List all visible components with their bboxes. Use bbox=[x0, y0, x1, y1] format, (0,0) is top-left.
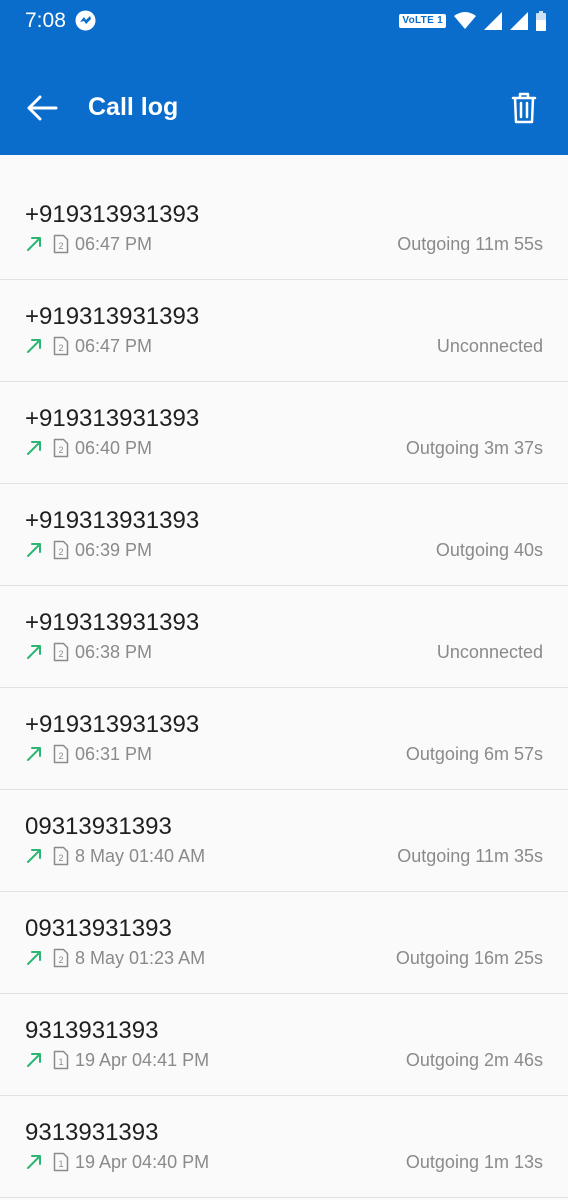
app-bar: Call log bbox=[0, 42, 568, 155]
call-meta: 2 06:39 PM bbox=[25, 538, 152, 562]
call-log-row[interactable]: 9313931393 1 19 Apr 04:40 PM Outgoing 1m… bbox=[0, 1096, 568, 1198]
call-number: 9313931393 bbox=[25, 1119, 159, 1146]
sim-card-icon: 2 bbox=[53, 234, 69, 254]
battery-icon bbox=[536, 11, 546, 31]
call-time: 06:31 PM bbox=[75, 744, 153, 764]
call-status: Unconnected bbox=[436, 642, 543, 662]
call-status: Unconnected bbox=[436, 336, 543, 356]
outgoing-call-icon bbox=[27, 441, 41, 455]
wifi-icon bbox=[454, 12, 476, 29]
outgoing-call-icon bbox=[27, 339, 41, 353]
sim-slot-number: 2 bbox=[58, 751, 63, 761]
sim-card-icon: 2 bbox=[53, 438, 69, 458]
call-number: 9313931393 bbox=[25, 1017, 159, 1044]
call-time: 06:47 PM bbox=[75, 336, 153, 356]
call-log-row[interactable]: 09313931393 2 8 May 01:40 AM Outgoing 11… bbox=[0, 790, 568, 892]
call-time: 06:38 PM bbox=[75, 642, 153, 662]
call-meta: 2 06:40 PM bbox=[25, 436, 152, 460]
sim-slot-number: 2 bbox=[58, 649, 63, 659]
status-icons: VoLTE 1 bbox=[399, 10, 546, 32]
call-time: 06:40 PM bbox=[75, 438, 153, 458]
call-status: Outgoing 11m 55s bbox=[397, 234, 543, 254]
outgoing-call-icon bbox=[27, 951, 41, 965]
call-meta: 1 19 Apr 04:41 PM bbox=[25, 1048, 209, 1072]
call-log-row[interactable]: +919313931393 2 06:40 PM Outgoing 3m 37s bbox=[0, 382, 568, 484]
call-time: 06:47 PM bbox=[75, 234, 153, 254]
call-time: 8 May 01:40 AM bbox=[75, 846, 206, 866]
call-number: +919313931393 bbox=[25, 303, 200, 330]
status-time: 7:08 bbox=[25, 9, 66, 32]
call-status: Outgoing 6m 57s bbox=[405, 744, 543, 764]
call-number: 09313931393 bbox=[25, 813, 172, 840]
sim-card-icon: 1 bbox=[53, 1050, 69, 1070]
call-status: Outgoing 11m 35s bbox=[397, 846, 543, 866]
call-time: 06:39 PM bbox=[75, 540, 153, 560]
call-number: +919313931393 bbox=[25, 507, 200, 534]
call-log-row[interactable]: +919313931393 2 06:39 PM Outgoing 40s bbox=[0, 484, 568, 586]
sim-card-icon: 2 bbox=[53, 642, 69, 662]
signal-icon bbox=[484, 12, 502, 30]
outgoing-call-icon bbox=[27, 1155, 41, 1169]
outgoing-call-icon bbox=[27, 1053, 41, 1067]
call-log-row[interactable]: 9313931393 1 19 Apr 04:41 PM Outgoing 2m… bbox=[0, 994, 568, 1096]
call-number: +919313931393 bbox=[25, 711, 200, 738]
sim-card-icon: 2 bbox=[53, 336, 69, 356]
call-log-row[interactable]: +919313931393 2 06:47 PM Outgoing 11m 55… bbox=[0, 178, 568, 280]
sim-card-icon: 1 bbox=[53, 1152, 69, 1172]
page-title: Call log bbox=[88, 93, 179, 121]
sim-slot-number: 2 bbox=[58, 955, 63, 965]
volte-badge: VoLTE 1 bbox=[399, 14, 446, 28]
call-time: 8 May 01:23 AM bbox=[75, 948, 206, 968]
call-log-row[interactable]: +919313931393 2 06:31 PM Outgoing 6m 57s bbox=[0, 688, 568, 790]
call-log-row[interactable]: 09313931393 2 8 May 01:23 AM Outgoing 16… bbox=[0, 892, 568, 994]
sim-slot-number: 2 bbox=[58, 853, 63, 863]
call-status: Outgoing 40s bbox=[435, 540, 543, 560]
call-meta: 2 06:47 PM bbox=[25, 232, 152, 256]
sim-slot-number: 2 bbox=[58, 241, 63, 251]
outgoing-call-icon bbox=[27, 747, 41, 761]
call-time: 19 Apr 04:40 PM bbox=[75, 1152, 210, 1172]
call-log-row[interactable]: +919313931393 2 06:47 PM Unconnected bbox=[0, 280, 568, 382]
call-status: Outgoing 1m 13s bbox=[405, 1152, 543, 1172]
outgoing-call-icon bbox=[27, 645, 41, 659]
call-number: 09313931393 bbox=[25, 915, 172, 942]
outgoing-call-icon bbox=[27, 849, 41, 863]
outgoing-call-icon bbox=[27, 237, 41, 251]
sim-slot-number: 2 bbox=[58, 547, 63, 557]
call-meta: 2 8 May 01:23 AM bbox=[25, 946, 205, 970]
back-arrow-icon bbox=[27, 95, 58, 121]
call-meta: 2 06:31 PM bbox=[25, 742, 152, 766]
delete-button[interactable] bbox=[502, 86, 546, 130]
sim-slot-number: 1 bbox=[58, 1057, 63, 1067]
sim-card-icon: 2 bbox=[53, 846, 69, 866]
call-meta: 1 19 Apr 04:40 PM bbox=[25, 1150, 209, 1174]
sim-card-icon: 2 bbox=[53, 540, 69, 560]
call-status: Outgoing 3m 37s bbox=[405, 438, 543, 458]
call-status: Outgoing 2m 46s bbox=[405, 1050, 543, 1070]
call-log-row[interactable]: +919313931393 2 06:38 PM Unconnected bbox=[0, 586, 568, 688]
app-notification-icon bbox=[75, 10, 96, 31]
sim-card-icon: 2 bbox=[53, 948, 69, 968]
call-number: +919313931393 bbox=[25, 201, 200, 228]
sim-card-icon: 2 bbox=[53, 744, 69, 764]
call-number: +919313931393 bbox=[25, 405, 200, 432]
status-bar: 7:08 VoLTE 1 bbox=[0, 0, 568, 42]
back-button[interactable] bbox=[20, 86, 64, 130]
sim-slot-number: 2 bbox=[58, 343, 63, 353]
call-meta: 2 06:38 PM bbox=[25, 640, 152, 664]
call-meta: 2 06:47 PM bbox=[25, 334, 152, 358]
sim-slot-number: 2 bbox=[58, 445, 63, 455]
call-meta: 2 8 May 01:40 AM bbox=[25, 844, 205, 868]
call-time: 19 Apr 04:41 PM bbox=[75, 1050, 210, 1070]
trash-icon bbox=[511, 92, 537, 124]
outgoing-call-icon bbox=[27, 543, 41, 557]
call-status: Outgoing 16m 25s bbox=[395, 948, 543, 968]
call-number: +919313931393 bbox=[25, 609, 200, 636]
signal-icon-2 bbox=[510, 12, 528, 30]
sim-slot-number: 1 bbox=[58, 1159, 63, 1169]
call-log-list: +919313931393 2 06:47 PM Outgoing 11m 55… bbox=[0, 178, 568, 1198]
